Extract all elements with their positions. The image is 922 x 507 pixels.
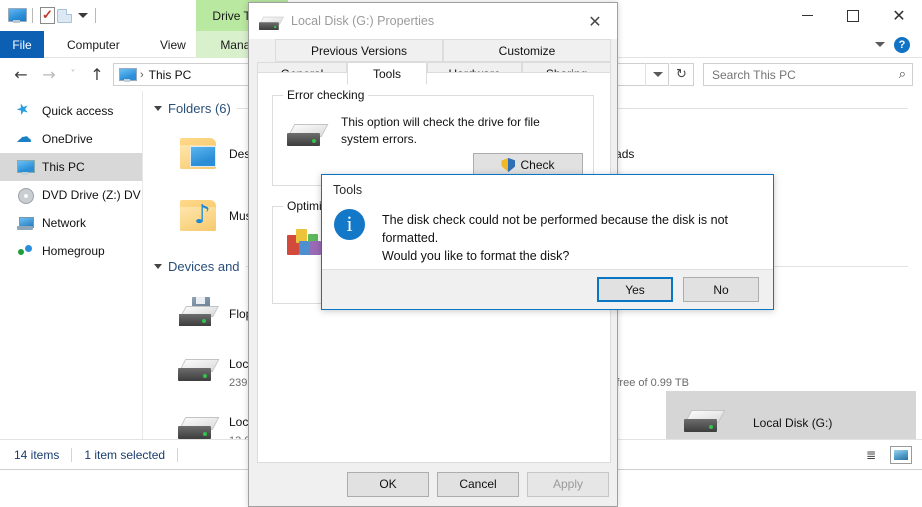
message-line-1: The disk check could not be performed be…	[382, 213, 729, 246]
sidebar-item-dvd-drive[interactable]: DVD Drive (Z:) DV	[0, 181, 142, 209]
error-checking-group: Error checking This option will check th…	[272, 88, 594, 186]
group-title: Devices and	[168, 258, 240, 274]
cloud-icon	[16, 127, 34, 148]
navigation-pane: Quick access OneDrive This PC DVD Drive …	[0, 91, 143, 439]
tools-message-dialog: Tools i The disk check could not be perf…	[321, 174, 774, 310]
forward-button[interactable]: →	[36, 62, 62, 87]
sidebar-item-label: OneDrive	[42, 132, 93, 146]
quick-access-toolbar	[0, 7, 101, 24]
folder-music-icon	[178, 198, 220, 234]
tools-dialog-body: i The disk check could not be performed …	[322, 205, 773, 269]
hard-drive-icon	[178, 415, 220, 439]
customize-dropdown-icon[interactable]	[78, 13, 88, 18]
error-checking-legend: Error checking	[283, 88, 369, 102]
close-icon[interactable]: ✕	[573, 3, 617, 39]
hard-drive-icon	[684, 408, 726, 438]
defragment-icon	[287, 225, 323, 257]
sidebar-item-network[interactable]: Network	[0, 209, 142, 237]
tab-file[interactable]: File	[0, 31, 44, 58]
list-item-selected[interactable]: Local Disk (G:)	[666, 391, 916, 439]
sidebar-item-label: Network	[42, 216, 87, 230]
tab-customize[interactable]: Customize	[443, 39, 611, 62]
info-icon: i	[334, 209, 365, 240]
breadcrumb-separator: ›	[140, 68, 144, 81]
tools-dialog-button-row: Yes No	[322, 269, 773, 309]
network-icon	[17, 215, 34, 232]
large-icons-view-icon[interactable]	[890, 446, 912, 464]
hard-drive-icon	[259, 16, 284, 30]
minimize-button[interactable]	[784, 0, 830, 31]
chevron-down-icon[interactable]	[154, 263, 162, 269]
view-buttons: ≣	[860, 440, 912, 470]
search-box[interactable]: ⌕	[703, 63, 913, 86]
recent-locations-button[interactable]: ˅	[64, 62, 82, 87]
status-divider-2	[177, 447, 179, 462]
properties-title: Local Disk (G:) Properties	[291, 14, 435, 28]
search-icon: ⌕	[898, 67, 906, 82]
properties-title-bar[interactable]: Local Disk (G:) Properties ✕	[249, 3, 617, 39]
homegroup-icon	[17, 243, 34, 260]
sidebar-item-label: This PC	[42, 160, 85, 174]
no-button[interactable]: No	[683, 277, 759, 302]
ok-button[interactable]: OK	[347, 471, 429, 497]
sidebar-item-quick-access[interactable]: Quick access	[0, 97, 142, 125]
back-button[interactable]: ←	[8, 62, 34, 87]
tab-previous-versions[interactable]: Previous Versions	[275, 39, 443, 62]
tab-view[interactable]: View	[147, 31, 199, 58]
chevron-down-icon[interactable]	[154, 105, 162, 111]
folder-desktop-icon	[178, 136, 220, 172]
uac-shield-icon	[501, 158, 515, 172]
hard-drive-icon	[287, 122, 329, 152]
cancel-button[interactable]: Cancel	[437, 471, 519, 497]
selection-label: 1 item selected	[84, 447, 166, 462]
toolbar-divider-2	[95, 8, 96, 23]
dvd-icon	[17, 187, 34, 204]
window-controls: ✕	[784, 0, 922, 31]
sidebar-item-this-pc[interactable]: This PC	[0, 153, 142, 181]
floppy-drive-icon	[178, 297, 220, 331]
navigation-buttons: ← → ˅ ↑	[8, 62, 110, 87]
sidebar-item-onedrive[interactable]: OneDrive	[0, 125, 142, 153]
tab-computer[interactable]: Computer	[54, 31, 133, 58]
ribbon-right-controls: ?	[875, 31, 918, 58]
toolbar-divider	[32, 8, 33, 23]
properties-icon[interactable]	[40, 7, 55, 24]
close-icon: ✕	[892, 5, 906, 25]
yes-button[interactable]: Yes	[597, 277, 673, 302]
up-button[interactable]: ↑	[84, 62, 110, 87]
this-pc-icon	[119, 67, 137, 82]
close-button[interactable]: ✕	[876, 0, 922, 31]
breadcrumb-path: This PC	[148, 67, 192, 82]
status-divider	[71, 447, 73, 462]
sidebar-item-label: Homegroup	[42, 244, 105, 258]
sidebar-item-label: Quick access	[42, 104, 114, 118]
item-count-label: 14 items	[14, 447, 60, 462]
this-pc-icon	[17, 159, 35, 176]
sidebar-item-label: DVD Drive (Z:) DV	[42, 188, 141, 202]
new-folder-icon[interactable]	[57, 8, 72, 23]
address-dropdown-button[interactable]	[645, 63, 669, 86]
chevron-down-icon	[652, 72, 663, 77]
details-view-icon[interactable]: ≣	[860, 446, 882, 464]
properties-button-row: OK Cancel Apply	[249, 462, 619, 506]
error-checking-description: This option will check the drive for fil…	[341, 115, 540, 147]
tools-dialog-title: Tools	[322, 175, 773, 205]
star-icon	[17, 103, 34, 120]
maximize-button[interactable]	[830, 0, 876, 31]
hard-drive-icon	[178, 357, 220, 387]
apply-button: Apply	[527, 471, 609, 497]
item-label: Local Disk (G:)	[753, 416, 833, 430]
tab-tools[interactable]: Tools	[347, 62, 427, 85]
refresh-button[interactable]: ↻	[670, 63, 694, 86]
this-pc-icon[interactable]	[8, 8, 27, 23]
help-icon[interactable]: ?	[894, 36, 910, 53]
search-input[interactable]	[710, 66, 899, 83]
sidebar-item-homegroup[interactable]: Homegroup	[0, 237, 142, 265]
check-button-label: Check	[520, 158, 555, 172]
tools-dialog-message: The disk check could not be performed be…	[382, 209, 757, 265]
message-line-2: Would you like to format the disk?	[382, 249, 570, 264]
group-title: Folders (6)	[168, 100, 231, 116]
chevron-down-icon[interactable]	[875, 42, 885, 47]
